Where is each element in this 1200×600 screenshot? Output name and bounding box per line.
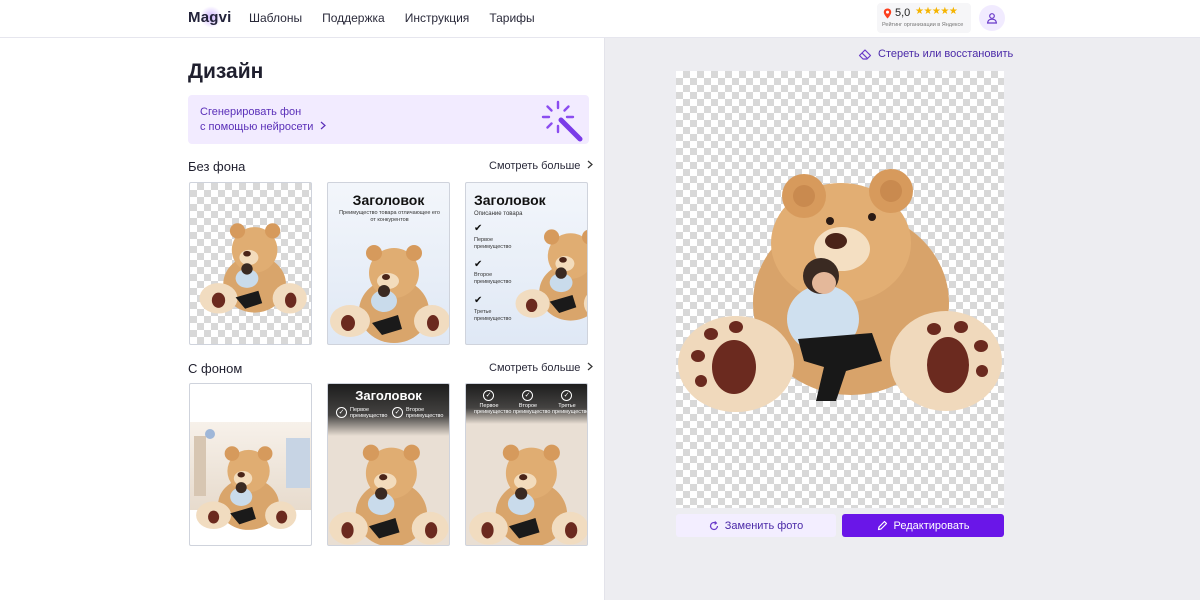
yandex-rating-badge[interactable]: 5,0 ★★★★★ Рейтинг организации в Яндексе: [877, 3, 971, 33]
refresh-icon: [709, 520, 718, 530]
nav-item-templates[interactable]: Шаблоны: [249, 11, 302, 25]
template-feature: Второе преимущество: [474, 272, 512, 285]
generate-banner-line2: с помощью нейросети: [200, 121, 326, 133]
page-title: Дизайн: [188, 60, 264, 83]
section-title-with-background: С фоном: [188, 361, 243, 376]
bear-photo: [199, 223, 307, 314]
template-feature: Третье преимущество: [474, 309, 512, 322]
template-feature: Первое преимущество: [350, 407, 388, 420]
template-feature: Второе преимущество: [406, 407, 444, 420]
see-more-no-background-link[interactable]: Смотреть больше: [489, 160, 593, 172]
check-circle-icon: ✓: [522, 390, 533, 401]
check-circle-icon: ✓: [483, 390, 494, 401]
rating-score: 5,0: [895, 7, 911, 19]
erase-restore-link[interactable]: Стереть или восстановить: [858, 48, 1013, 60]
edit-button[interactable]: Редактировать: [842, 514, 1004, 537]
image-canvas[interactable]: [676, 71, 1004, 508]
nav-item-instructions[interactable]: Инструкция: [405, 11, 470, 25]
bear-photo: [678, 169, 1002, 412]
bear-photo: [330, 245, 449, 343]
check-circle-icon: ✓: [336, 407, 347, 418]
rating-caption: Рейтинг организации в Яндексе: [882, 22, 964, 28]
chevron-right-icon: [587, 362, 593, 371]
main-nav: Шаблоны Поддержка Инструкция Тарифы: [249, 11, 535, 25]
template-card-features[interactable]: Заголовок Описание товара ✔ Первое преим…: [465, 182, 588, 345]
checkmark-icon: ✔: [474, 295, 483, 306]
template-card-room-background[interactable]: [189, 383, 312, 546]
rating-stars: ★★★★★: [915, 6, 958, 17]
replace-photo-button[interactable]: Заменить фото: [676, 514, 836, 537]
template-feature: Первое преимущество: [474, 403, 512, 416]
pencil-icon: [877, 520, 887, 531]
template-feature: Первое преимущество: [474, 237, 512, 250]
template-heading: Заголовок: [474, 192, 546, 208]
check-circle-icon: ✓: [392, 407, 403, 418]
generate-banner-line1: Сгенерировать фон: [200, 106, 302, 118]
template-heading: Заголовок: [355, 388, 422, 403]
template-feature: Второе преимущество: [513, 403, 551, 416]
template-card-transparent[interactable]: [189, 182, 312, 345]
check-circle-icon: ✓: [561, 390, 572, 401]
generate-background-banner[interactable]: Сгенерировать фон с помощью нейросети: [188, 95, 589, 144]
nav-item-pricing[interactable]: Тарифы: [489, 11, 534, 25]
template-description: Описание товара: [474, 211, 523, 217]
template-card-dark-heading[interactable]: Заголовок ✓ Первое преимущество ✓ Второе…: [327, 383, 450, 546]
magic-wand-icon: [541, 100, 583, 142]
nav-item-support[interactable]: Поддержка: [322, 11, 385, 25]
see-more-with-background-link[interactable]: Смотреть больше: [489, 362, 593, 374]
template-feature: Третье преимущество: [552, 403, 588, 416]
profile-button[interactable]: [979, 5, 1005, 31]
chevron-right-icon: [587, 160, 593, 169]
checkmark-icon: ✔: [474, 259, 483, 270]
section-title-no-background: Без фона: [188, 159, 246, 174]
map-pin-icon: [883, 8, 892, 19]
template-card-heading[interactable]: Заголовок Преимущество товара отличающее…: [327, 182, 450, 345]
eraser-icon: [858, 49, 872, 60]
top-bar: Magvi Шаблоны Поддержка Инструкция Тариф…: [0, 0, 1200, 38]
chevron-right-icon: [320, 121, 326, 130]
logo[interactable]: Magvi: [188, 9, 232, 26]
template-card-dark-features[interactable]: ✓ Первое преимущество ✓ Второе преимущес…: [465, 383, 588, 546]
checkmark-icon: ✔: [474, 223, 483, 234]
user-icon: [986, 13, 998, 24]
bear-photo: [194, 429, 310, 530]
